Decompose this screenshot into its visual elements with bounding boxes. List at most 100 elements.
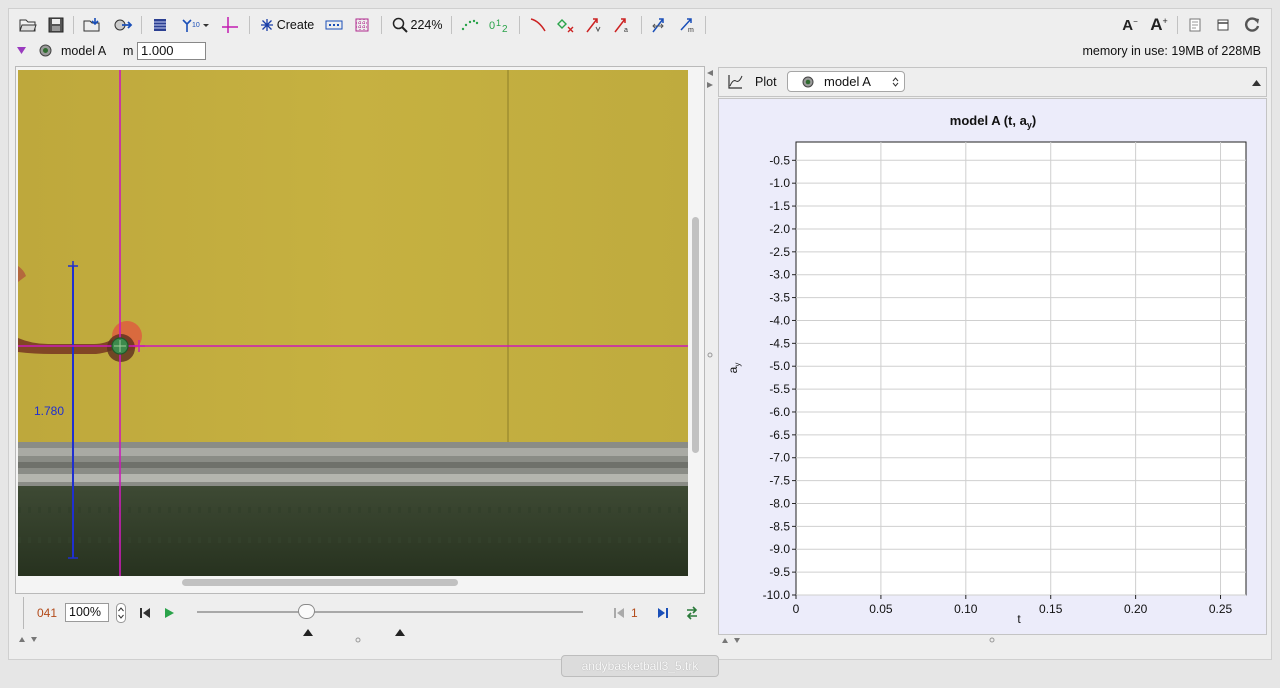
collapse-up-icon[interactable]	[1252, 79, 1261, 86]
frame-slider-track[interactable]	[197, 611, 583, 613]
svg-text:0: 0	[489, 20, 495, 32]
point-mass-icon	[39, 44, 52, 57]
play-icon[interactable]	[163, 607, 175, 619]
import-button[interactable]	[81, 14, 105, 36]
frame-slider-knob[interactable]	[298, 604, 315, 619]
plot-title: model A (t, ay)	[950, 113, 1036, 130]
velocity-vector-icon	[586, 18, 601, 33]
step-back-icon[interactable]	[613, 607, 625, 619]
x-tick-label: 0	[793, 602, 800, 616]
notes-icon	[1189, 18, 1201, 32]
minus-icon: −	[1133, 16, 1138, 26]
window-icon	[1217, 19, 1229, 31]
track-name[interactable]: model A	[61, 44, 106, 58]
vector-stretch-icon	[652, 18, 664, 33]
plot-track-select[interactable]: model A	[787, 71, 905, 92]
point-mass-icon	[802, 76, 814, 87]
panel-resize-arrows-icon[interactable]	[722, 637, 742, 643]
plot-panel[interactable]: model A (t, ay) -0.5 -1.0 -1.5 -2.0 -2.5 -3.0…	[718, 98, 1267, 635]
labels-button[interactable]	[351, 14, 373, 36]
rewind-icon[interactable]	[139, 607, 151, 619]
y-tick-label: -4.5	[769, 336, 790, 350]
svg-text:1: 1	[496, 18, 501, 28]
video-view[interactable]: 1.780	[18, 70, 688, 576]
axes-button[interactable]	[219, 14, 241, 36]
track-menu-arrow-icon[interactable]	[17, 46, 26, 55]
track-bar: model A m 1.000 memory in use: 19MB of 2…	[9, 41, 1271, 63]
ay-vs-t-plot[interactable]: model A (t, ay) -0.5-1.0-1.5-2.0-2.5-3.0…	[719, 99, 1268, 636]
acceleration-vector-icon: a	[614, 18, 628, 34]
resize-grip-icon[interactable]	[355, 637, 361, 643]
font-increase-label: A	[1150, 15, 1163, 34]
path-button[interactable]	[527, 14, 549, 36]
x-tick-label: 0.25	[1209, 602, 1233, 616]
export-button[interactable]	[111, 14, 135, 36]
center-of-mass-button[interactable]: m	[677, 14, 699, 36]
magnifier-icon	[392, 17, 408, 33]
step-forward-icon[interactable]	[657, 607, 669, 619]
step-numbers-button[interactable]: 012	[487, 14, 511, 36]
x-tick-label: 0.20	[1124, 602, 1148, 616]
divider-grip-icon[interactable]	[707, 352, 713, 358]
vector-sum-button[interactable]	[649, 14, 671, 36]
video-vertical-scrollbar[interactable]	[692, 217, 699, 453]
point-trail-button[interactable]	[459, 14, 481, 36]
svg-text:a: a	[624, 27, 628, 34]
clip-settings-button[interactable]	[149, 14, 171, 36]
folder-import-icon	[83, 18, 100, 32]
video-horizontal-scrollbar[interactable]	[182, 579, 458, 586]
plot-track-name: model A	[824, 74, 871, 89]
select-arrows-icon	[892, 77, 899, 87]
plot-view-icon[interactable]	[727, 74, 743, 90]
svg-text:m: m	[688, 27, 694, 34]
font-decrease-button[interactable]: A −	[1119, 14, 1141, 36]
open-file-button[interactable]	[17, 14, 39, 36]
mass-field[interactable]: 1.000	[137, 42, 206, 60]
collapse-right-icon[interactable]	[707, 82, 713, 88]
file-tab[interactable]: andybasketball3_5.trk	[561, 655, 719, 677]
calibration-tools-button[interactable]: 10	[179, 14, 211, 36]
y-tick-label: -8.5	[769, 519, 790, 533]
trail-icon	[325, 20, 343, 30]
zoom-button[interactable]: 224%	[389, 14, 445, 36]
save-button[interactable]	[45, 14, 67, 36]
panel-resize-arrows-icon[interactable]	[19, 636, 39, 642]
split-divider[interactable]	[706, 66, 716, 644]
player-zoom-field[interactable]: 100%	[65, 603, 109, 622]
loop-icon[interactable]	[685, 606, 699, 620]
y-tick-label: -0.5	[769, 153, 790, 167]
floppy-disk-icon	[48, 17, 64, 33]
refresh-icon	[1245, 17, 1260, 32]
step-size[interactable]: 1	[631, 606, 638, 620]
mass-label: m	[123, 44, 134, 58]
zoom-stepper-icon[interactable]	[116, 603, 126, 623]
velocity-button[interactable]	[583, 14, 605, 36]
trail-button[interactable]	[323, 14, 345, 36]
x-axis-label: t	[1017, 612, 1021, 626]
y-tick-label: -2.0	[769, 222, 790, 236]
position-button[interactable]	[555, 14, 577, 36]
memory-status: memory in use: 19MB of 228MB	[1082, 44, 1261, 58]
notes-button[interactable]	[1185, 14, 1205, 36]
export-arrow-icon	[114, 19, 133, 31]
x-tick-label: 0.05	[869, 602, 893, 616]
create-track-button[interactable]: Create	[257, 14, 317, 36]
create-label: Create	[276, 18, 315, 32]
step-numbers-icon: 0 12	[489, 18, 508, 33]
y-axis-label-subscript: y	[733, 363, 742, 367]
acceleration-button[interactable]: a	[611, 14, 633, 36]
start-marker-icon[interactable]	[303, 629, 313, 636]
main-toolbar: 10 Create 224% 012 a m A − A +	[9, 9, 1271, 43]
end-marker-icon[interactable]	[395, 629, 405, 636]
resize-grip-icon[interactable]	[989, 637, 995, 643]
x-tick-label: 0.10	[954, 602, 978, 616]
font-increase-button[interactable]: A +	[1147, 14, 1171, 36]
tape-measure-readout: 1.780	[34, 404, 65, 418]
frame-number[interactable]: 041	[37, 606, 57, 620]
collapse-left-icon[interactable]	[707, 70, 713, 76]
y-tick-label: -7.5	[769, 474, 790, 488]
plot-view-label[interactable]: Plot	[755, 75, 777, 89]
svg-text:10: 10	[192, 22, 200, 29]
window-layout-button[interactable]	[1213, 14, 1233, 36]
refresh-button[interactable]	[1241, 14, 1263, 36]
